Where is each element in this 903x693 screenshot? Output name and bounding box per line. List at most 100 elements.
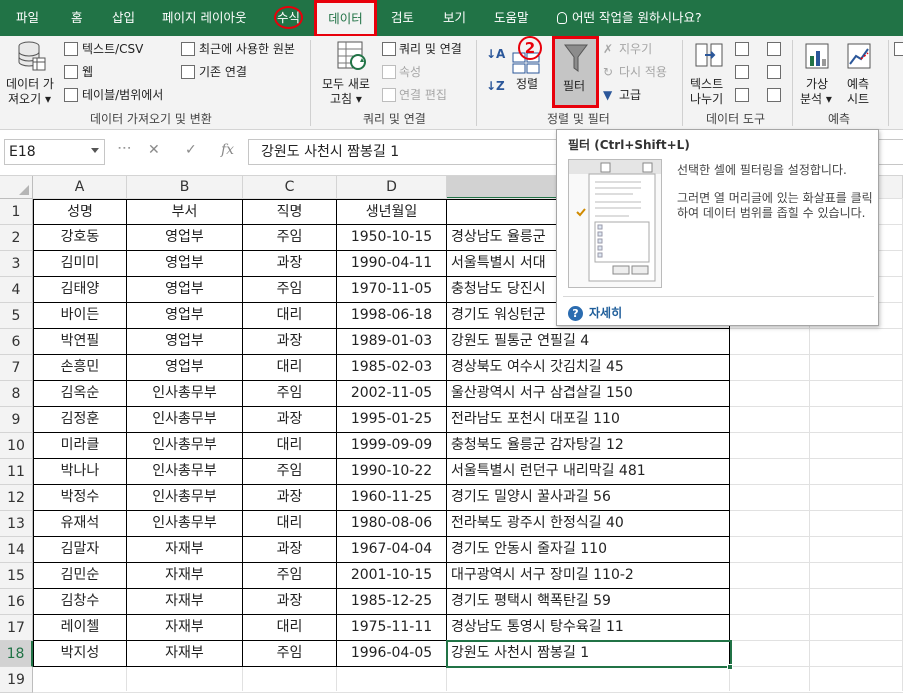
- column-header[interactable]: B: [127, 176, 243, 199]
- table-cell[interactable]: 경기도 평택시 핵폭탄길 59: [447, 589, 730, 615]
- table-cell[interactable]: 미라클: [33, 433, 127, 459]
- table-cell[interactable]: 1995-01-25: [337, 407, 447, 433]
- table-cell[interactable]: 1996-04-05: [337, 641, 447, 667]
- table-cell[interactable]: 강호동: [33, 225, 127, 251]
- formula-bar-splitter[interactable]: ⋮: [116, 141, 132, 154]
- table-cell[interactable]: 2001-10-15: [337, 563, 447, 589]
- table-cell[interactable]: 대리: [243, 303, 337, 329]
- table-cell[interactable]: 1960-11-25: [337, 485, 447, 511]
- table-cell[interactable]: 강원도 필통군 연필길 4: [447, 329, 730, 355]
- row-header[interactable]: 9: [0, 407, 33, 433]
- table-cell[interactable]: 영업부: [127, 303, 243, 329]
- clear-filter-button[interactable]: 지우기: [619, 41, 652, 57]
- get-data-icon[interactable]: [16, 40, 46, 77]
- table-cell[interactable]: 과장: [243, 589, 337, 615]
- table-cell[interactable]: 인사총무부: [127, 407, 243, 433]
- row-header[interactable]: 17: [0, 615, 33, 641]
- row-header[interactable]: 1: [0, 199, 33, 225]
- from-text-csv-button[interactable]: 텍스트/CSV: [82, 41, 143, 57]
- table-cell[interactable]: 주임: [243, 381, 337, 407]
- table-cell[interactable]: 주임: [243, 225, 337, 251]
- table-cell[interactable]: 대리: [243, 511, 337, 537]
- what-if-line1[interactable]: 가상: [806, 76, 828, 92]
- sort-az-icon[interactable]: ↓A: [486, 46, 505, 62]
- table-cell[interactable]: 울산광역시 서구 삼겹살길 150: [447, 381, 730, 407]
- table-cell[interactable]: 바이든: [33, 303, 127, 329]
- table-cell[interactable]: 과장: [243, 329, 337, 355]
- table-cell[interactable]: 레이첼: [33, 615, 127, 641]
- table-cell[interactable]: 서울특별시 런던구 내리막길 481: [447, 459, 730, 485]
- queries-connections-button[interactable]: 쿼리 및 연결: [399, 41, 462, 57]
- table-cell[interactable]: 대구광역시 서구 장미길 110-2: [447, 563, 730, 589]
- table-cell[interactable]: 1985-02-03: [337, 355, 447, 381]
- table-cell[interactable]: 영업부: [127, 277, 243, 303]
- table-cell[interactable]: 김태양: [33, 277, 127, 303]
- tell-me-search[interactable]: 어떤 작업을 원하시나요?: [557, 0, 702, 36]
- table-cell[interactable]: 주임: [243, 459, 337, 485]
- tab-view[interactable]: 보기: [443, 0, 466, 36]
- table-header-cell[interactable]: 생년월일: [337, 199, 447, 225]
- get-data-button-line2[interactable]: 져오기 ▾: [8, 91, 51, 107]
- table-cell[interactable]: 1989-01-03: [337, 329, 447, 355]
- row-header[interactable]: 4: [0, 277, 33, 303]
- row-header[interactable]: 11: [0, 459, 33, 485]
- recent-sources-button[interactable]: 최근에 사용한 원본: [199, 41, 295, 57]
- enter-icon[interactable]: ✓: [185, 142, 197, 158]
- cancel-entry-icon[interactable]: ✕: [148, 142, 160, 158]
- refresh-all-line2[interactable]: 고침 ▾: [330, 91, 362, 107]
- table-cell[interactable]: 영업부: [127, 225, 243, 251]
- row-header[interactable]: 5: [0, 303, 33, 329]
- tell-me-more-link[interactable]: ? 자세히: [568, 304, 622, 321]
- table-cell[interactable]: 김말자: [33, 537, 127, 563]
- table-cell[interactable]: 1970-11-05: [337, 277, 447, 303]
- table-cell[interactable]: 김옥순: [33, 381, 127, 407]
- table-cell[interactable]: 전라남도 포천시 대포길 110: [447, 407, 730, 433]
- table-cell[interactable]: 자재부: [127, 537, 243, 563]
- table-cell[interactable]: 과장: [243, 485, 337, 511]
- advanced-filter-button[interactable]: 고급: [619, 87, 641, 103]
- forecast-sheet-icon[interactable]: [846, 42, 872, 73]
- consolidate-icon[interactable]: [767, 42, 781, 56]
- table-cell[interactable]: 2002-11-05: [337, 381, 447, 407]
- row-header[interactable]: 15: [0, 563, 33, 589]
- tab-insert[interactable]: 삽입: [112, 0, 135, 36]
- table-cell[interactable]: 인사총무부: [127, 381, 243, 407]
- table-cell[interactable]: 자재부: [127, 641, 243, 667]
- tab-help[interactable]: 도움말: [494, 0, 529, 36]
- table-cell[interactable]: 과장: [243, 407, 337, 433]
- row-header[interactable]: 12: [0, 485, 33, 511]
- table-cell[interactable]: 경상남도 통영시 탕수육길 11: [447, 615, 730, 641]
- table-cell[interactable]: 박정수: [33, 485, 127, 511]
- table-cell[interactable]: 박지성: [33, 641, 127, 667]
- sort-za-icon[interactable]: ↓Z: [486, 78, 505, 94]
- fill-handle[interactable]: [727, 664, 733, 670]
- table-cell[interactable]: 유재석: [33, 511, 127, 537]
- table-cell[interactable]: 자재부: [127, 615, 243, 641]
- row-header[interactable]: 13: [0, 511, 33, 537]
- existing-connections-button[interactable]: 기존 연결: [199, 64, 247, 80]
- tab-review[interactable]: 검토: [391, 0, 414, 36]
- table-cell[interactable]: 손흥민: [33, 355, 127, 381]
- refresh-all-line1[interactable]: 모두 새로: [322, 76, 370, 92]
- reapply-button[interactable]: 다시 적용: [619, 64, 667, 80]
- table-cell[interactable]: 박나나: [33, 459, 127, 485]
- table-cell[interactable]: 자재부: [127, 563, 243, 589]
- what-if-icon[interactable]: [804, 42, 830, 73]
- table-header-cell[interactable]: 성명: [33, 199, 127, 225]
- sort-button[interactable]: 정렬: [516, 76, 538, 92]
- table-cell[interactable]: 박연필: [33, 329, 127, 355]
- filter-button[interactable]: 필터: [552, 36, 599, 108]
- tab-file[interactable]: 파일: [16, 0, 39, 36]
- from-table-button[interactable]: 테이블/범위에서: [82, 87, 163, 103]
- table-cell[interactable]: 김미미: [33, 251, 127, 277]
- row-header[interactable]: 10: [0, 433, 33, 459]
- table-cell[interactable]: 1950-10-15: [337, 225, 447, 251]
- table-cell[interactable]: 대리: [243, 433, 337, 459]
- remove-duplicates-icon[interactable]: [735, 65, 749, 79]
- table-cell[interactable]: 경기도 밀양시 꿀사과길 56: [447, 485, 730, 511]
- table-cell[interactable]: 인사총무부: [127, 433, 243, 459]
- table-cell[interactable]: 과장: [243, 537, 337, 563]
- table-cell[interactable]: 대리: [243, 355, 337, 381]
- table-cell[interactable]: 충청북도 율릉군 감자탕길 12: [447, 433, 730, 459]
- table-header-cell[interactable]: 부서: [127, 199, 243, 225]
